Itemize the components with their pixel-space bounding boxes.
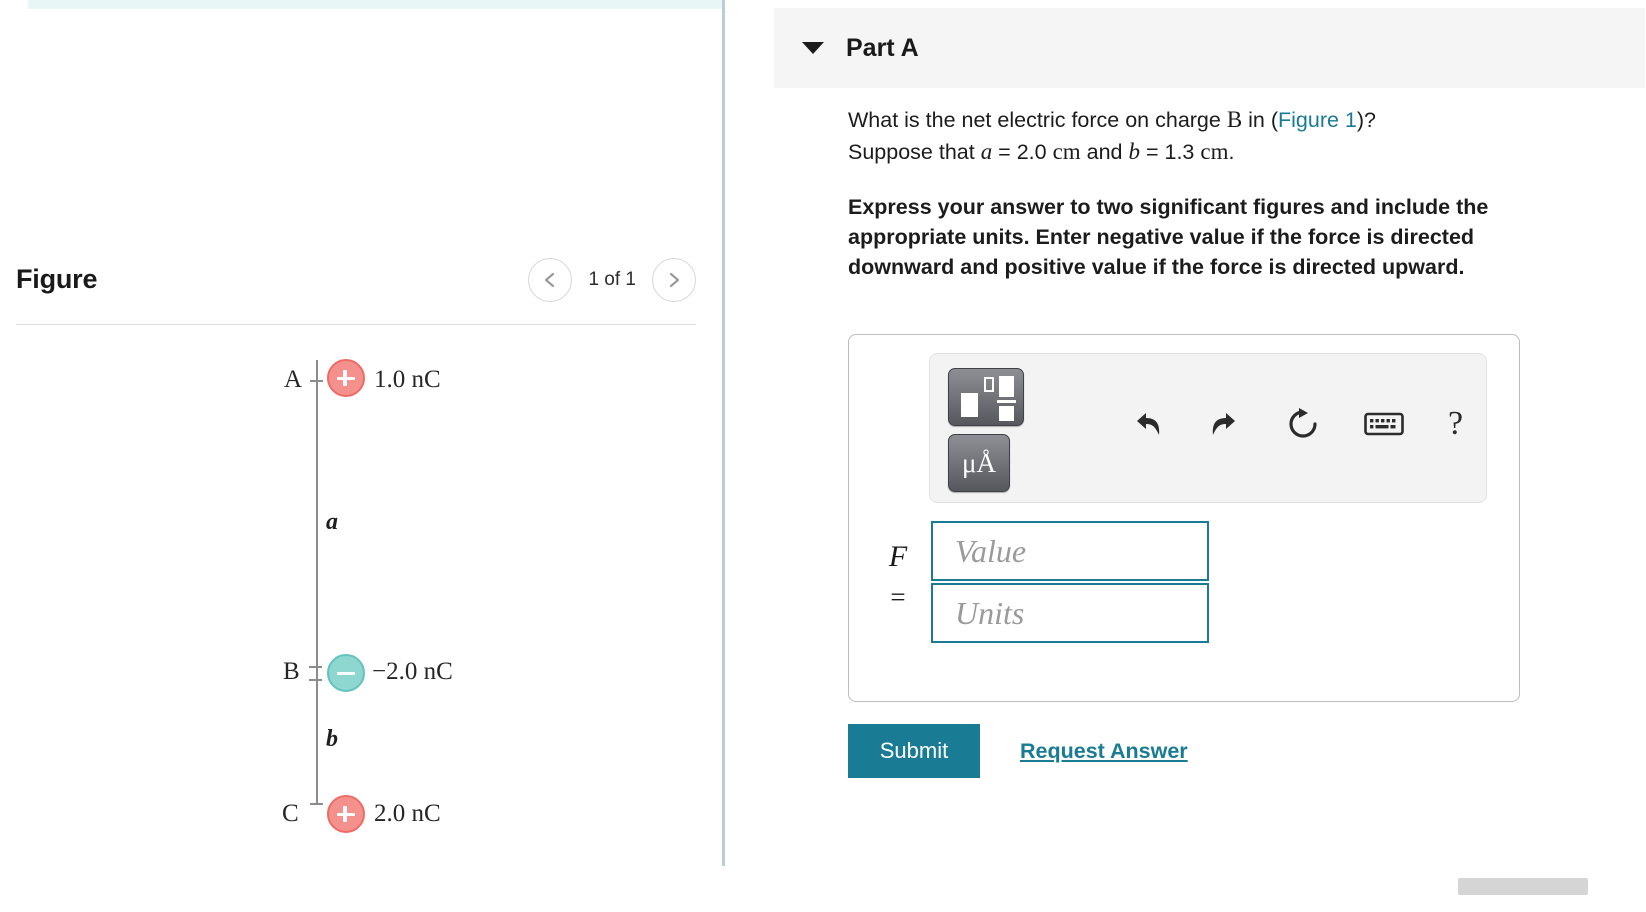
submit-button[interactable]: Submit bbox=[848, 724, 980, 778]
figure-title: Figure bbox=[16, 264, 98, 294]
prompt-unit-cm-2: cm bbox=[1200, 139, 1229, 164]
math-tool-icons: ? bbox=[1130, 394, 1470, 454]
charge-b-value: −2.0 nC bbox=[372, 658, 453, 685]
answer-box: μÅ ? F = Value Units bbox=[848, 334, 1520, 702]
prompt-text-6: and bbox=[1080, 140, 1129, 164]
figure-next-button[interactable] bbox=[652, 258, 696, 302]
tick-c bbox=[310, 803, 323, 805]
question-panel: Part A What is the net electric force on… bbox=[726, 0, 1646, 912]
figure-panel: Figure 1 of 1 A 1.0 nC a B −2.0 nC b C 2… bbox=[0, 0, 722, 912]
bottom-partial-button[interactable] bbox=[1458, 878, 1588, 895]
caret-down-icon[interactable] bbox=[802, 42, 824, 54]
help-question-icon[interactable]: ? bbox=[1448, 405, 1463, 443]
question-body: What is the net electric force on charge… bbox=[848, 104, 1538, 282]
prompt-text-5: = 2.0 bbox=[992, 140, 1053, 164]
figure-pager: 1 of 1 bbox=[528, 258, 696, 302]
keyboard-icon[interactable] bbox=[1364, 410, 1404, 438]
panel-divider bbox=[722, 0, 725, 866]
part-a-header[interactable]: Part A bbox=[774, 8, 1645, 88]
figure-divider bbox=[16, 324, 696, 325]
part-title: Part A bbox=[846, 33, 919, 62]
figure-prev-button[interactable] bbox=[528, 258, 573, 302]
distance-label-a: a bbox=[326, 509, 338, 535]
chevron-right-icon bbox=[666, 271, 682, 289]
prompt-text-7: = 1.3 bbox=[1140, 140, 1201, 164]
request-answer-link[interactable]: Request Answer bbox=[1020, 739, 1188, 764]
fraction-template-icon bbox=[949, 369, 1025, 427]
units-button-label: μÅ bbox=[962, 447, 996, 478]
units-button[interactable]: μÅ bbox=[948, 434, 1010, 492]
prompt-text-8: . bbox=[1228, 140, 1235, 164]
plus-sign-icon bbox=[336, 368, 356, 388]
figure-diagram: A 1.0 nC a B −2.0 nC b C 2.0 nC bbox=[16, 336, 706, 876]
answer-value-input[interactable] bbox=[931, 521, 1209, 581]
undo-icon[interactable] bbox=[1130, 408, 1164, 440]
charge-a-value: 1.0 nC bbox=[374, 366, 441, 393]
answer-equals: = bbox=[890, 582, 906, 612]
help-question-label: ? bbox=[1448, 405, 1464, 442]
figure-page-indicator: 1 of 1 bbox=[588, 269, 636, 290]
page-root: Figure 1 of 1 A 1.0 nC a B −2.0 nC b C 2… bbox=[0, 0, 1646, 912]
charge-c-marker bbox=[327, 795, 365, 833]
prompt-text-3: )? bbox=[1356, 108, 1377, 132]
tick-b-lower bbox=[309, 679, 322, 681]
answer-actions: Submit Request Answer bbox=[848, 724, 1188, 778]
minus-sign-icon bbox=[336, 663, 356, 683]
prompt-var-b: b bbox=[1128, 139, 1141, 164]
question-prompt: What is the net electric force on charge… bbox=[848, 104, 1538, 168]
template-fraction-button[interactable] bbox=[948, 368, 1024, 426]
redo-icon[interactable] bbox=[1208, 408, 1242, 440]
plus-sign-icon bbox=[336, 804, 356, 824]
answer-variable-label: F = bbox=[881, 537, 915, 617]
prompt-text-2: in ( bbox=[1242, 108, 1279, 132]
prompt-text-1: What is the net electric force on charge bbox=[848, 108, 1227, 132]
charge-point-label-c: C bbox=[282, 800, 299, 827]
charge-point-label-a: A bbox=[284, 366, 303, 393]
reset-icon[interactable] bbox=[1286, 407, 1320, 441]
figure-header: Figure 1 of 1 bbox=[16, 258, 696, 320]
diagram-axis-line bbox=[316, 360, 318, 804]
prompt-var-B: B bbox=[1226, 107, 1243, 132]
question-instruction: Express your answer to two significant f… bbox=[848, 195, 1489, 279]
answer-units-input[interactable] bbox=[931, 583, 1209, 643]
charge-c-value: 2.0 nC bbox=[374, 800, 441, 827]
distance-label-b: b bbox=[326, 726, 338, 752]
answer-variable: F bbox=[888, 540, 908, 573]
charge-point-label-b: B bbox=[283, 658, 300, 685]
tick-a bbox=[310, 380, 323, 382]
tick-b-upper bbox=[309, 666, 322, 668]
chevron-left-icon bbox=[542, 271, 558, 289]
math-toolbar: μÅ ? bbox=[929, 353, 1487, 503]
figure-1-link[interactable]: Figure 1 bbox=[1278, 108, 1357, 132]
prompt-unit-cm-1: cm bbox=[1052, 139, 1081, 164]
charge-b-marker bbox=[327, 654, 365, 692]
charge-a-marker bbox=[327, 359, 365, 397]
prompt-var-a: a bbox=[980, 139, 993, 164]
prompt-text-4: Suppose that bbox=[848, 140, 981, 164]
